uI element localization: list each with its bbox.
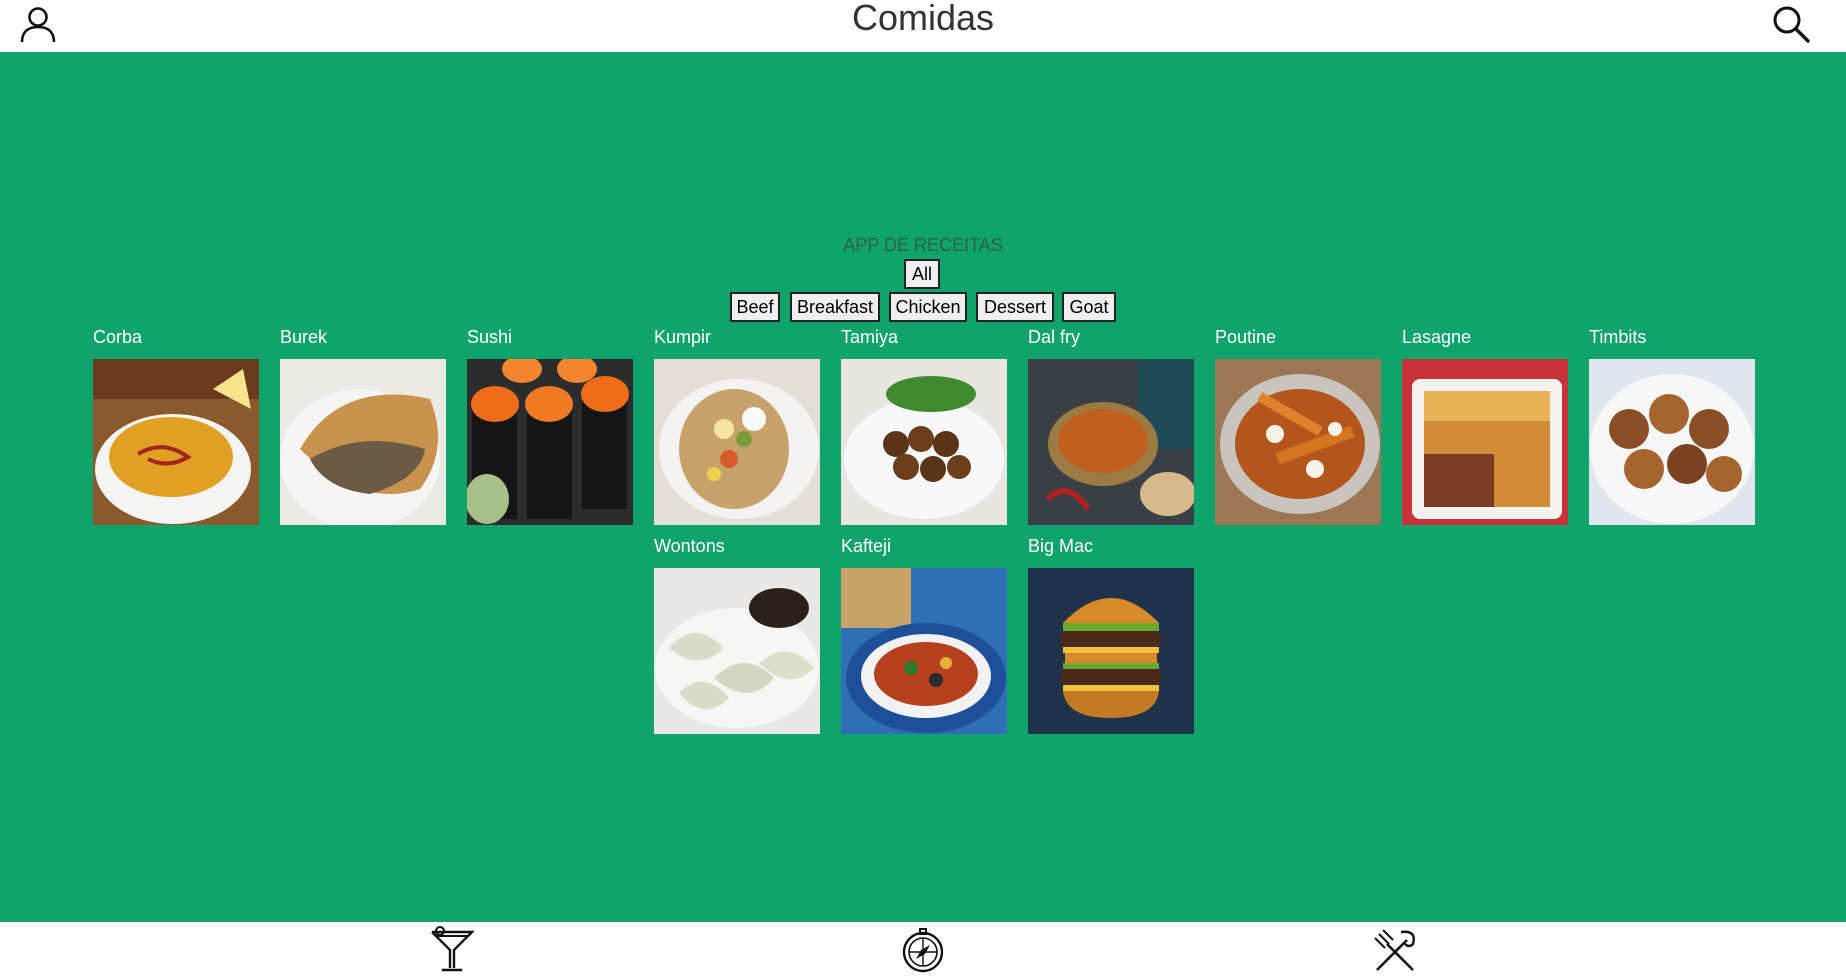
filter-chicken-button[interactable]: Chicken: [889, 292, 967, 322]
recipe-image[interactable]: [654, 568, 820, 734]
recipe-image[interactable]: [1402, 359, 1568, 525]
recipe-name: Timbits: [1589, 327, 1647, 347]
recipe-image[interactable]: [654, 359, 820, 525]
recipe-image[interactable]: [1028, 568, 1194, 734]
recipe-card-timbits[interactable]: Timbits: [1589, 327, 1755, 531]
search-icon[interactable]: [1771, 4, 1811, 44]
food-icon[interactable]: [1371, 926, 1419, 974]
recipe-name: Sushi: [467, 327, 513, 347]
recipe-image[interactable]: [93, 359, 259, 525]
drink-icon[interactable]: [428, 926, 476, 974]
recipe-image[interactable]: [467, 359, 633, 525]
recipe-image[interactable]: [280, 359, 446, 525]
recipe-card-dal-fry[interactable]: Dal fry: [1028, 327, 1194, 531]
app-title: APP DE RECEITAS: [843, 235, 1003, 255]
filter-breakfast-button[interactable]: Breakfast: [790, 292, 880, 322]
filter-beef-button[interactable]: Beef: [730, 292, 780, 322]
recipe-image[interactable]: [1028, 359, 1194, 525]
top-header: Comidas: [0, 0, 1846, 52]
filter-all-button[interactable]: All: [904, 259, 940, 289]
recipe-name: Lasagne: [1402, 327, 1472, 347]
recipe-name: Tamiya: [841, 327, 899, 347]
recipe-name: Big Mac: [1028, 536, 1094, 556]
page-title: Comidas: [851, 0, 995, 38]
recipe-card-wontons[interactable]: Wontons: [654, 536, 820, 740]
filter-dessert-button[interactable]: Dessert: [976, 292, 1054, 322]
recipe-card-corba[interactable]: Corba: [93, 327, 259, 531]
recipe-card-big-mac[interactable]: Big Mac: [1028, 536, 1194, 740]
recipe-image[interactable]: [1589, 359, 1755, 525]
main-content: APP DE RECEITAS All Beef Breakfast Chick…: [0, 52, 1846, 922]
recipe-image[interactable]: [1215, 359, 1381, 525]
filter-goat-button[interactable]: Goat: [1062, 292, 1116, 322]
bottom-nav: [0, 922, 1846, 977]
recipe-image[interactable]: [841, 359, 1007, 525]
recipe-card-lasagne[interactable]: Lasagne: [1402, 327, 1568, 531]
recipe-card-tamiya[interactable]: Tamiya: [841, 327, 1007, 531]
explore-icon[interactable]: [899, 926, 947, 974]
recipe-name: Burek: [280, 327, 328, 347]
recipe-card-kumpir[interactable]: Kumpir: [654, 327, 820, 531]
recipe-card-poutine[interactable]: Poutine: [1215, 327, 1381, 531]
recipe-name: Dal fry: [1028, 327, 1081, 347]
recipe-card-sushi[interactable]: Sushi: [467, 327, 633, 531]
recipe-image[interactable]: [841, 568, 1007, 734]
recipe-name: Wontons: [654, 536, 725, 556]
recipe-card-burek[interactable]: Burek: [280, 327, 446, 531]
recipe-name: Poutine: [1215, 327, 1277, 347]
recipe-name: Kafteji: [841, 536, 892, 556]
recipe-name: Corba: [93, 327, 143, 347]
recipe-name: Kumpir: [654, 327, 712, 347]
recipe-card-kafteji[interactable]: Kafteji: [841, 536, 1007, 740]
